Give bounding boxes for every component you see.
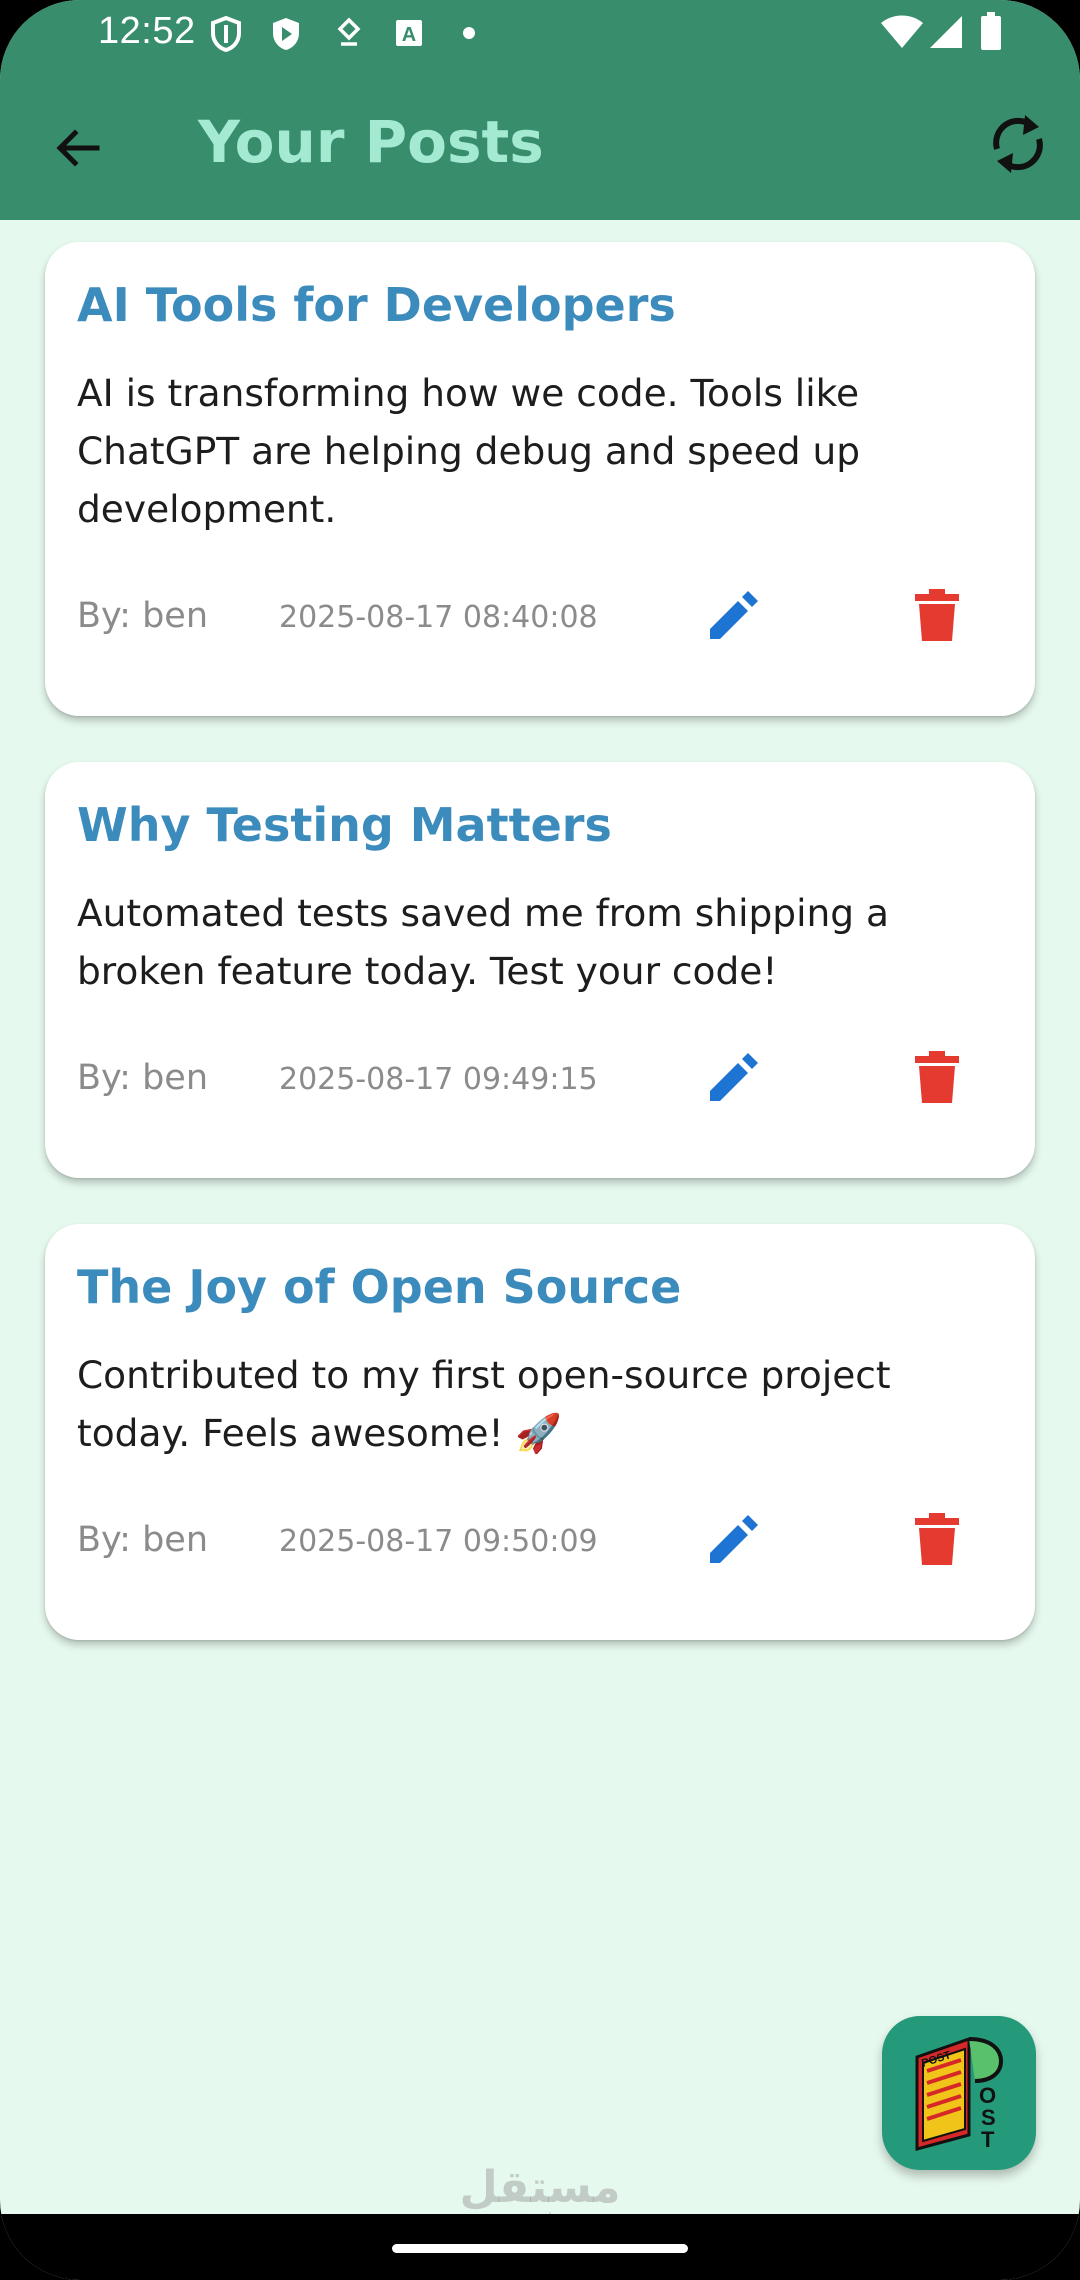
post-author: By: ben bbox=[77, 596, 209, 636]
page-title: Your Posts bbox=[198, 108, 544, 176]
post-body: Contributed to my first open-source proj… bbox=[77, 1353, 891, 1455]
system-nav-bar bbox=[0, 2214, 1080, 2280]
top-bar: 12:52 A Your Posts bbox=[0, 0, 1080, 220]
post-title: AI Tools for Developers bbox=[77, 278, 676, 332]
arrow-back-icon bbox=[53, 123, 103, 178]
back-button[interactable] bbox=[40, 112, 116, 188]
create-post-fab[interactable]: POST O S T bbox=[882, 2016, 1036, 2170]
delete-button[interactable] bbox=[897, 578, 977, 658]
post-card[interactable]: AI Tools for Developers AI is transformi… bbox=[45, 242, 1035, 716]
post-title: Why Testing Matters bbox=[77, 798, 612, 852]
screen: 12:52 A Your Posts AI Tools for Develope… bbox=[0, 0, 1080, 2280]
post-icon: POST O S T bbox=[909, 2031, 1009, 2156]
edit-button[interactable] bbox=[693, 1502, 773, 1582]
watermark-main: مستقل bbox=[459, 2163, 621, 2212]
post-author: By: ben bbox=[77, 1058, 209, 1098]
app-bar: Your Posts bbox=[0, 80, 1080, 220]
post-body: Automated tests saved me from shipping a… bbox=[77, 891, 889, 993]
delete-button[interactable] bbox=[897, 1502, 977, 1582]
trash-icon bbox=[915, 1050, 959, 1110]
post-card[interactable]: Why Testing Matters Automated tests save… bbox=[45, 762, 1035, 1178]
home-gesture-handle[interactable] bbox=[392, 2244, 688, 2253]
wifi-icon bbox=[880, 14, 924, 50]
shield-icon bbox=[210, 16, 242, 52]
svg-text:A: A bbox=[402, 24, 416, 46]
pencil-icon bbox=[706, 1051, 760, 1110]
svg-text:T: T bbox=[981, 2127, 995, 2151]
play-shield-icon bbox=[270, 16, 302, 52]
edit-button[interactable] bbox=[693, 578, 773, 658]
cellular-signal-icon bbox=[928, 14, 964, 50]
trash-icon bbox=[915, 1512, 959, 1572]
edit-button[interactable] bbox=[693, 1040, 773, 1120]
post-date: 2025-08-17 09:50:09 bbox=[279, 1524, 598, 1559]
post-author: By: ben bbox=[77, 1520, 209, 1560]
sync-icon bbox=[987, 111, 1049, 182]
post-date: 2025-08-17 09:49:15 bbox=[279, 1062, 598, 1097]
hand-heart-icon bbox=[334, 16, 364, 50]
trash-icon bbox=[915, 588, 959, 648]
post-date: 2025-08-17 08:40:08 bbox=[279, 600, 598, 635]
post-title: The Joy of Open Source bbox=[77, 1260, 682, 1314]
refresh-button[interactable] bbox=[976, 104, 1060, 188]
fab-side-text: O S T bbox=[979, 2083, 996, 2152]
delete-button[interactable] bbox=[897, 1040, 977, 1120]
post-card[interactable]: The Joy of Open Source Contributed to my… bbox=[45, 1224, 1035, 1640]
status-time: 12:52 bbox=[98, 10, 196, 52]
battery-icon bbox=[980, 12, 1002, 52]
pencil-icon bbox=[706, 589, 760, 648]
pencil-icon bbox=[706, 1513, 760, 1572]
status-bar: 12:52 A bbox=[0, 0, 1080, 70]
post-body: AI is transforming how we code. Tools li… bbox=[77, 371, 861, 531]
translate-a-icon: A bbox=[394, 16, 424, 50]
notification-dot-icon bbox=[462, 26, 476, 40]
